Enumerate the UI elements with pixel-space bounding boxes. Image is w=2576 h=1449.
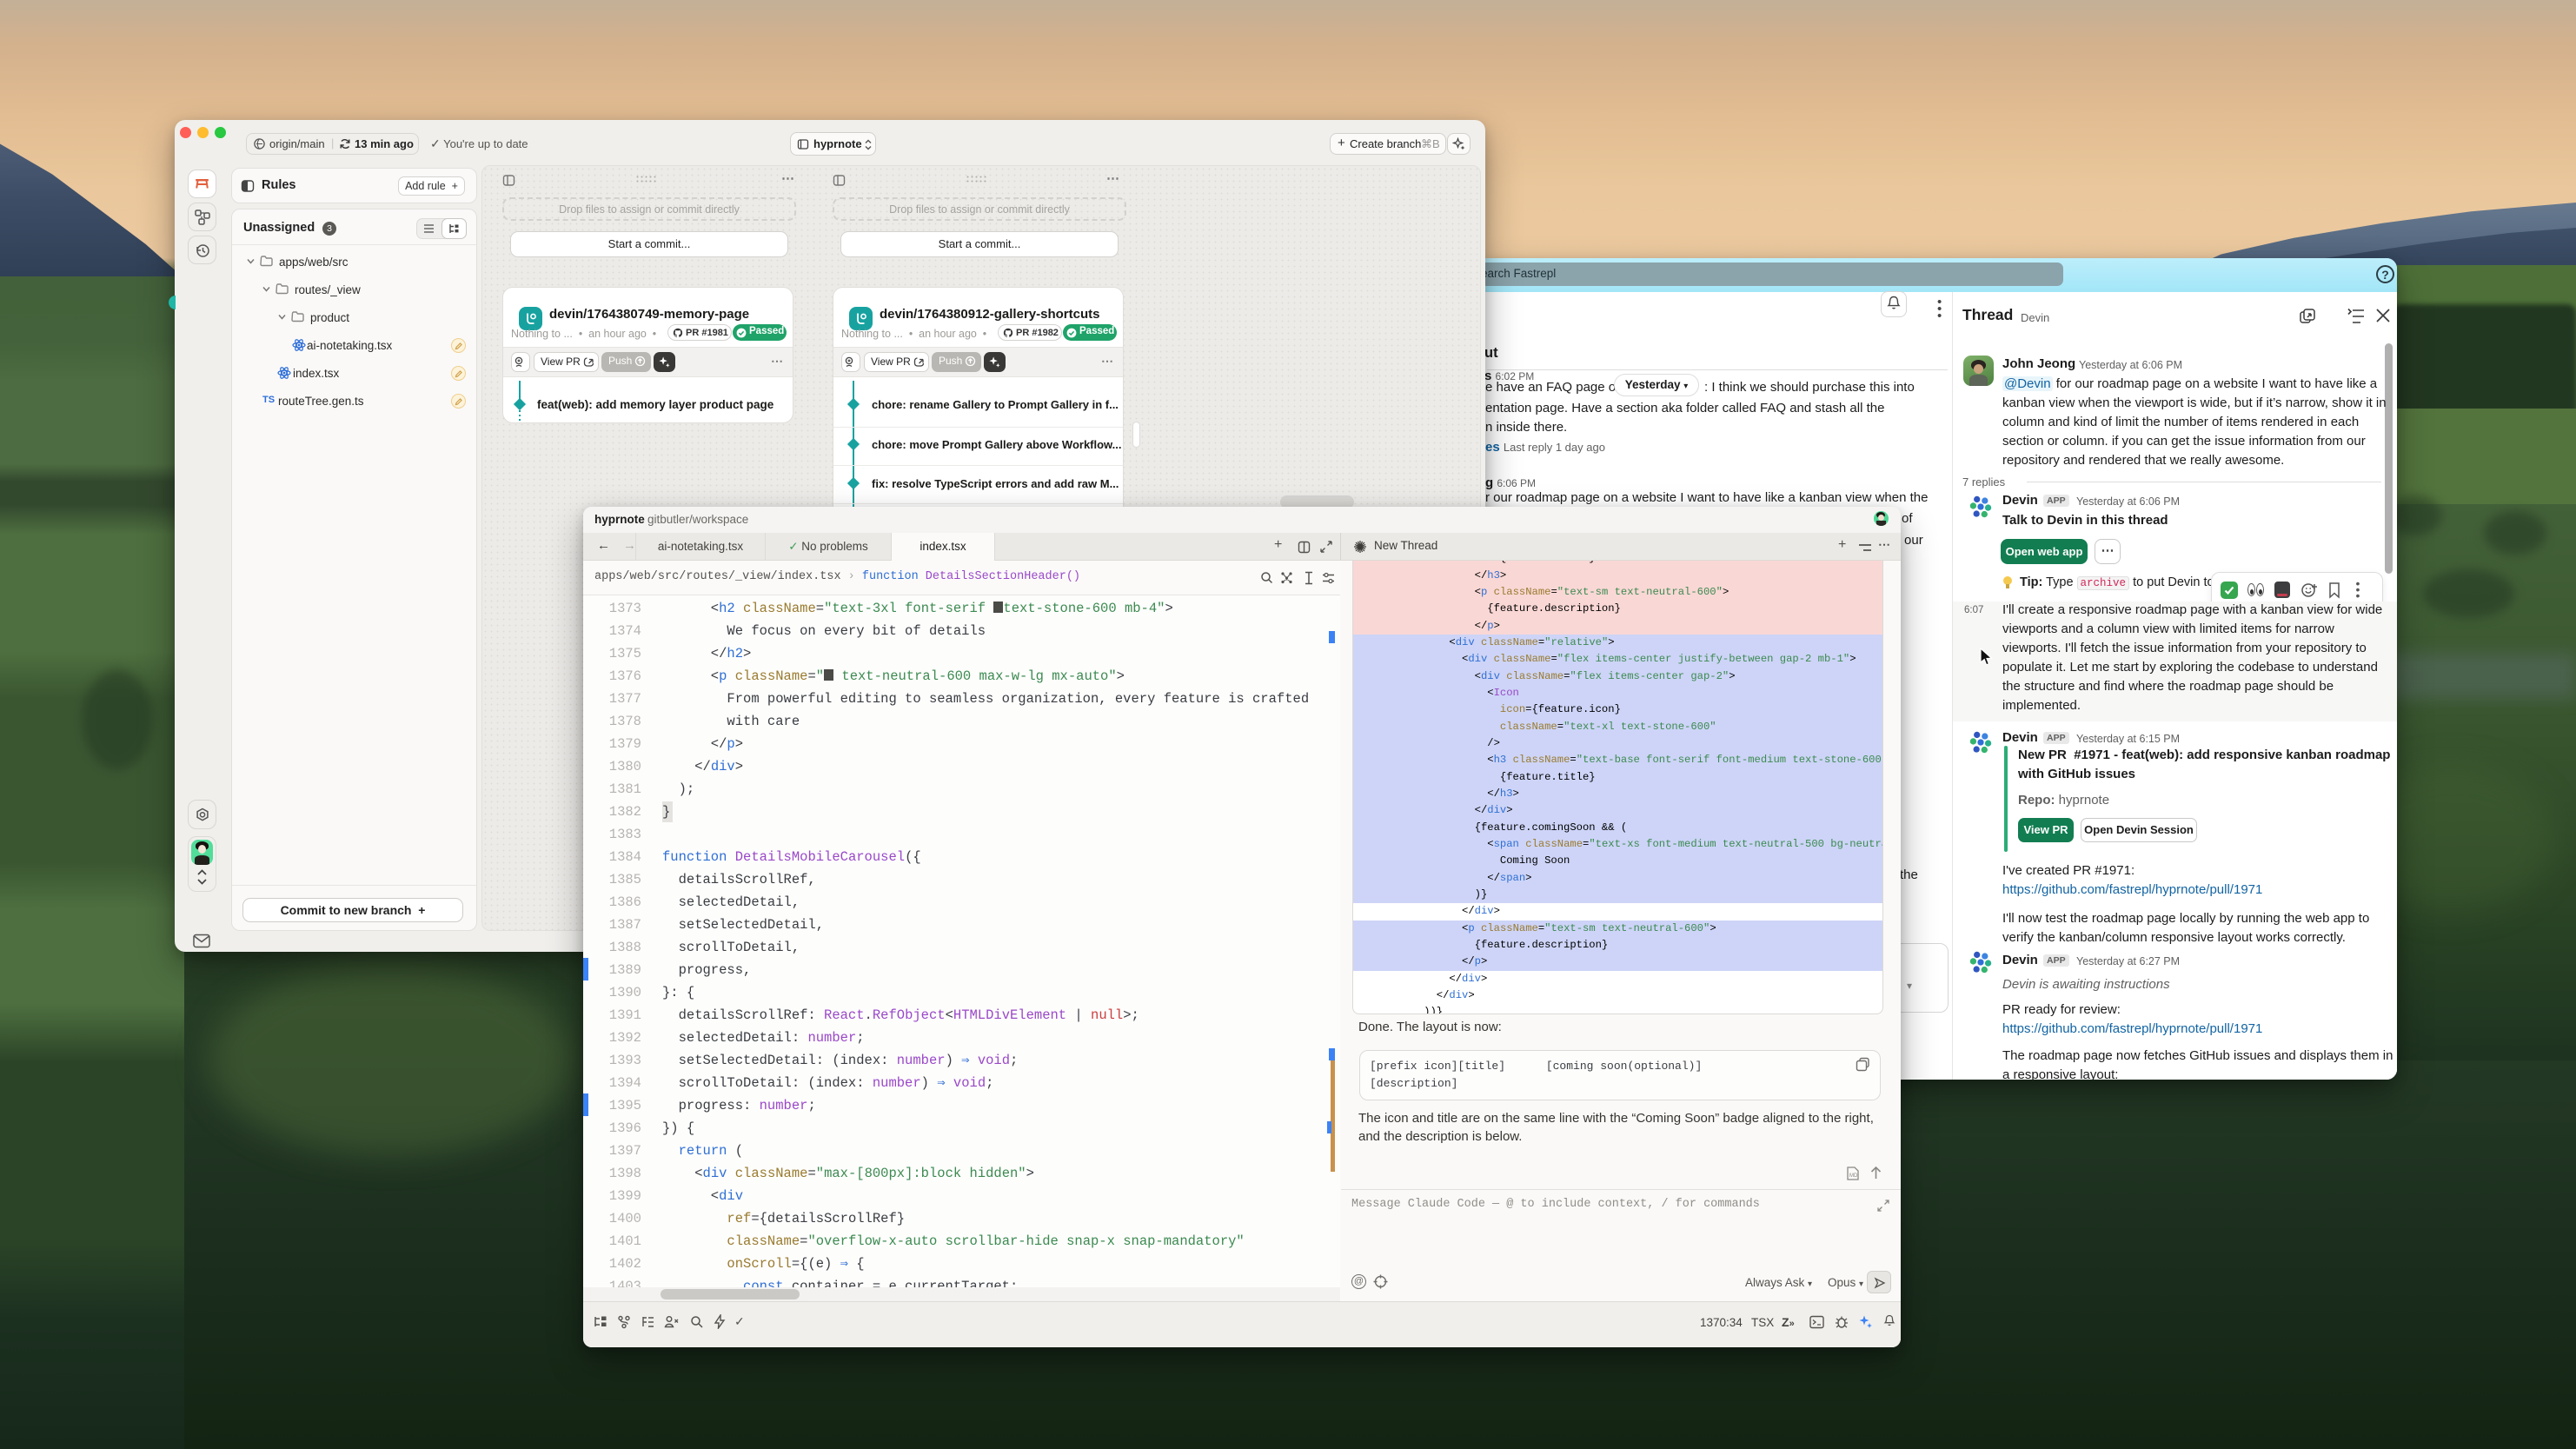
svg-text:MD: MD [1849, 1173, 1858, 1179]
